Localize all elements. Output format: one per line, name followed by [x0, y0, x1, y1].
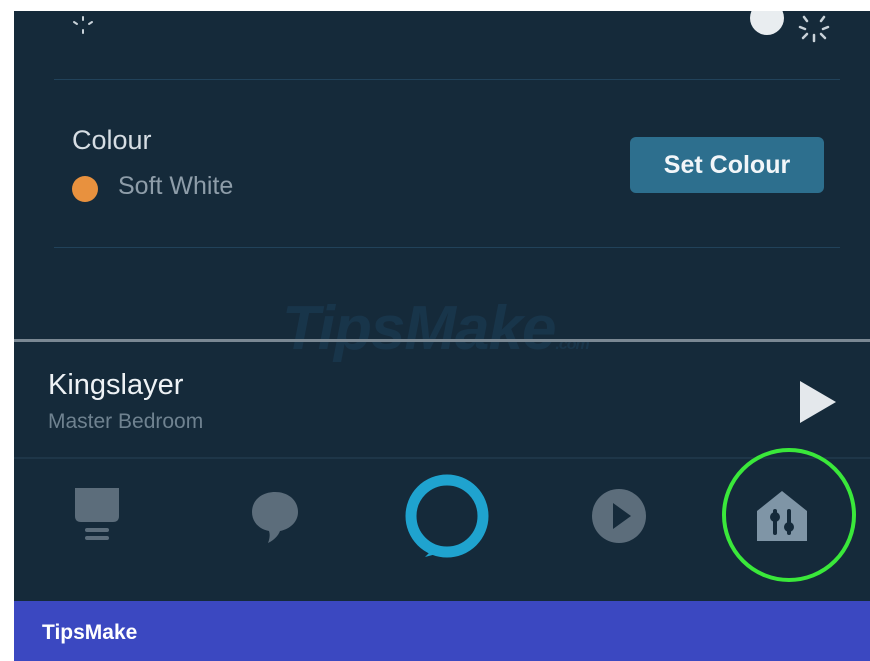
app-screen: Colour Soft White Set Colour TipsMake.co… — [14, 11, 870, 601]
footer-brand: TipsMake — [42, 621, 138, 644]
divider — [54, 79, 840, 80]
play-circle-icon — [592, 489, 646, 543]
now-playing-title: Kingslayer — [48, 369, 184, 401]
speech-bubble-icon — [252, 492, 298, 543]
colour-value: Soft White — [118, 172, 234, 200]
play-icon[interactable] — [794, 379, 840, 425]
now-playing-separator — [14, 339, 870, 342]
nav-home-button[interactable] — [62, 481, 132, 551]
watermark: TipsMake.com — [282, 293, 590, 364]
devices-icon — [757, 491, 807, 541]
colour-swatch — [72, 176, 98, 202]
set-colour-button[interactable]: Set Colour — [630, 137, 824, 193]
home-icon — [75, 488, 119, 540]
nav-devices-button[interactable] — [747, 481, 817, 551]
nav-communicate-button[interactable] — [240, 481, 310, 551]
brightness-high-icon — [798, 15, 830, 43]
watermark-text: TipsMake — [282, 294, 556, 363]
colour-heading: Colour — [72, 125, 152, 155]
alexa-ring-icon — [405, 474, 489, 558]
now-playing-device: Master Bedroom — [48, 410, 204, 433]
brightness-low-icon — [73, 16, 93, 34]
brightness-slider-handle[interactable] — [750, 11, 784, 35]
image-frame: Colour Soft White Set Colour TipsMake.co… — [0, 0, 870, 661]
divider — [54, 247, 840, 248]
nav-alexa-button[interactable] — [404, 473, 490, 559]
footer-banner: TipsMake — [14, 601, 870, 661]
nav-separator — [14, 457, 870, 459]
nav-play-button[interactable] — [584, 481, 654, 551]
